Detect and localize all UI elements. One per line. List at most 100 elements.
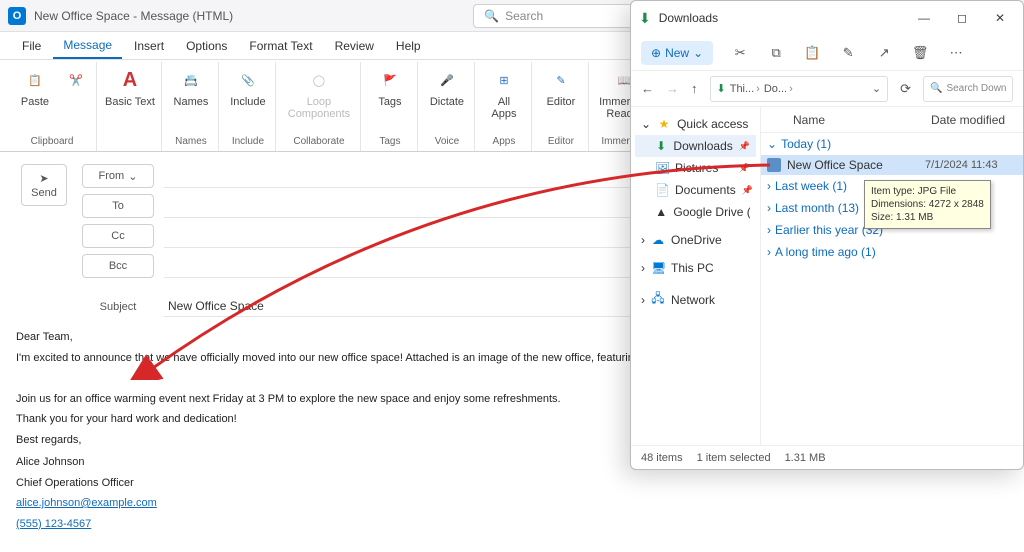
chevron-right-icon: › [767, 245, 771, 259]
scissors-icon: ✂️ [62, 66, 90, 94]
file-explorer-window: ⬇ Downloads — ◻ ✕ ⊕ New ⌄ ✂ ⧉ 📋 ✎ ↗ 🗑 ⋯ … [630, 0, 1024, 470]
col-date[interactable]: Date modified [931, 113, 1023, 127]
pc-icon: 🖥 [651, 261, 665, 275]
group-long-time[interactable]: › A long time ago (1) [761, 241, 1023, 263]
attachment-icon: 📎 [234, 66, 262, 94]
sidebar-google-drive[interactable]: ▲ Google Drive (G [635, 201, 756, 223]
names-button[interactable]: 📇 Names [170, 66, 212, 108]
sidebar-network[interactable]: › 🖧 Network [635, 285, 756, 314]
loop-icon: ◯ [305, 66, 333, 94]
chevron-down-icon: ⌄ [693, 46, 703, 60]
status-selected: 1 item selected [697, 452, 771, 464]
loop-button: ◯ Loop Components [284, 66, 354, 120]
window-title: New Office Space - Message (HTML) [34, 9, 233, 23]
forward-button[interactable]: → [666, 81, 679, 96]
paste-icon[interactable]: 📋 [803, 45, 821, 61]
pin-icon: 📌 [739, 163, 750, 174]
maximize-button[interactable]: ◻ [947, 6, 977, 30]
refresh-button[interactable]: ⟳ [900, 81, 911, 97]
sidebar-this-pc[interactable]: › 🖥 This PC [635, 257, 756, 279]
menu-review[interactable]: Review [325, 34, 384, 58]
breadcrumb[interactable]: ⬇ Thi... Do... ⌄ [710, 76, 889, 102]
delete-icon[interactable]: 🗑 [911, 45, 929, 61]
copy-icon[interactable]: ⧉ [767, 45, 785, 61]
up-button[interactable]: ↑ [691, 81, 698, 96]
chevron-down-icon[interactable]: ⌄ [872, 82, 881, 95]
subject-label: Subject [82, 301, 154, 313]
explorer-title: Downloads [659, 11, 901, 25]
back-button[interactable]: ← [641, 81, 654, 96]
cloud-icon: ☁ [651, 233, 665, 247]
chevron-right-icon: › [641, 293, 645, 307]
downloads-icon: ⬇ [717, 82, 726, 95]
chevron-right-icon: › [641, 261, 645, 275]
outlook-logo-icon: O [8, 7, 26, 25]
explorer-search-input[interactable]: 🔍 Search Downloads [923, 76, 1013, 102]
file-new-office-space[interactable]: New Office Space 7/1/2024 11:43 [761, 155, 1023, 175]
more-icon[interactable]: ⋯ [947, 45, 965, 61]
search-placeholder: Search [505, 9, 543, 23]
documents-icon: 📄 [655, 183, 669, 197]
group-tags: Tags [379, 134, 400, 151]
dictate-button[interactable]: 🎤 Dictate [426, 66, 468, 108]
paste-button[interactable]: 📋 Paste [14, 66, 56, 108]
col-name[interactable]: Name [761, 113, 931, 127]
include-button[interactable]: 📎 Include [227, 66, 269, 108]
menu-options[interactable]: Options [176, 34, 237, 58]
sidebar-documents[interactable]: 📄 Documents 📌 [635, 179, 756, 201]
send-button[interactable]: ➤ Send [21, 164, 67, 206]
cc-button[interactable]: Cc [82, 224, 154, 248]
star-icon: ★ [657, 117, 671, 131]
menu-help[interactable]: Help [386, 34, 431, 58]
group-editor: Editor [548, 134, 574, 151]
chevron-right-icon: › [767, 201, 771, 215]
sidebar-downloads[interactable]: ⬇ Downloads 📌 [635, 135, 756, 157]
send-icon: ➤ [39, 172, 48, 185]
downloads-icon: ⬇ [639, 10, 651, 27]
close-button[interactable]: ✕ [985, 6, 1015, 30]
status-items: 48 items [641, 452, 683, 464]
format-painter-button[interactable]: ✂️ [62, 66, 90, 94]
address-book-icon: 📇 [177, 66, 205, 94]
to-button[interactable]: To [82, 194, 154, 218]
microphone-icon: 🎤 [433, 66, 461, 94]
font-icon: A [116, 66, 144, 94]
new-button[interactable]: ⊕ New ⌄ [641, 41, 713, 65]
rename-icon[interactable]: ✎ [839, 45, 857, 61]
apps-button[interactable]: ⊞ All Apps [483, 66, 525, 120]
menu-message[interactable]: Message [53, 33, 122, 59]
from-button[interactable]: From⌄ [82, 164, 154, 188]
clipboard-icon: 📋 [21, 66, 49, 94]
group-today[interactable]: ⌄ Today (1) [761, 133, 1023, 155]
share-icon[interactable]: ↗ [875, 45, 893, 61]
chevron-down-icon: ⌄ [641, 117, 651, 131]
sig-title: Chief Operations Officer [16, 475, 1008, 492]
network-icon: 🖧 [651, 289, 665, 310]
sidebar-onedrive[interactable]: › ☁ OneDrive [635, 229, 756, 251]
quick-access[interactable]: ⌄ ★ Quick access [635, 113, 756, 135]
image-thumb-icon [767, 158, 781, 172]
bcc-button[interactable]: Bcc [82, 254, 154, 278]
editor-button[interactable]: ✎ Editor [540, 66, 582, 108]
chevron-right-icon: › [767, 223, 771, 237]
sig-email[interactable]: alice.johnson@example.com [16, 497, 157, 509]
sidebar-pictures[interactable]: 🖼 Pictures 📌 [635, 157, 756, 179]
group-voice: Voice [435, 134, 459, 151]
editor-icon: ✎ [547, 66, 575, 94]
menu-file[interactable]: File [12, 34, 51, 58]
menu-insert[interactable]: Insert [124, 34, 174, 58]
minimize-button[interactable]: — [909, 6, 939, 30]
sig-phone[interactable]: (555) 123-4567 [16, 518, 91, 530]
search-icon: 🔍 [930, 83, 942, 94]
menu-format-text[interactable]: Format Text [239, 34, 322, 58]
chevron-right-icon: › [641, 233, 645, 247]
pin-icon: 📌 [739, 141, 750, 152]
tags-button[interactable]: 🚩 Tags [369, 66, 411, 108]
chevron-down-icon: ⌄ [767, 137, 777, 151]
pictures-icon: 🖼 [655, 161, 669, 175]
basic-text-button[interactable]: A Basic Text [105, 66, 155, 108]
plus-icon: ⊕ [651, 46, 661, 60]
file-tooltip: Item type: JPG File Dimensions: 4272 x 2… [864, 180, 991, 229]
group-names: Names [175, 134, 207, 151]
cut-icon[interactable]: ✂ [731, 45, 749, 61]
